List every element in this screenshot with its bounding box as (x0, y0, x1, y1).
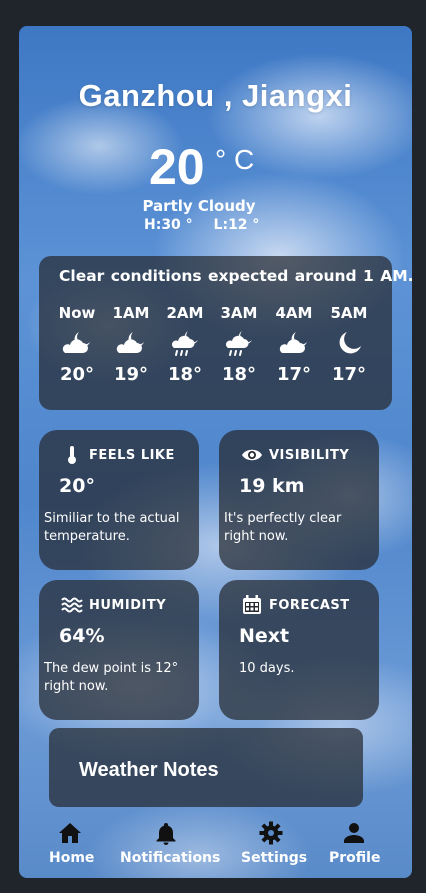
hour-label: Now (58, 304, 96, 322)
nav-home[interactable]: Home (49, 820, 95, 866)
hour-temp: 19° (113, 364, 149, 385)
humidity-card[interactable]: HUMIDITY 64% The dew point is 12° right … (39, 580, 199, 720)
hour-temp: 17° (331, 364, 367, 385)
feels-like-card[interactable]: FEELS LIKE 20° Similiar to the actual te… (39, 430, 199, 570)
hour-label: 1AM (112, 304, 150, 322)
forecast-card[interactable]: FORECAST Next 10 days. (219, 580, 379, 720)
nav-settings-label: Settings (241, 850, 308, 866)
hour-label: 3AM (220, 304, 258, 322)
gear-icon (259, 821, 283, 845)
humidity-description: The dew point is 12° right now. (44, 661, 179, 694)
home-icon (59, 823, 81, 843)
thermometer-icon (68, 446, 76, 464)
humidity-title: HUMIDITY (89, 597, 167, 613)
forecast-description: 10 days. (239, 661, 295, 676)
hour-item: 2AM 18° (163, 304, 207, 385)
hour-temp: 20° (59, 364, 95, 385)
visibility-card[interactable]: VISIBILITY 19 km It's perfectly clear ri… (219, 430, 379, 570)
nav-settings[interactable]: Settings (241, 820, 308, 866)
hour-label: 5AM (330, 304, 368, 322)
eye-icon (242, 449, 262, 461)
bottom-navigation: Home Notifications Settings Profile (19, 816, 412, 878)
feels-like-description: Similiar to the actual temperature. (44, 511, 180, 544)
cloud-moon-icon (279, 332, 307, 353)
low-temp: L:12 ° (213, 217, 260, 233)
waves-icon (61, 597, 83, 613)
hour-temp: 17° (276, 364, 312, 385)
weather-screen: Ganzhou , Jiangxi 20 ° C Partly Cloudy H… (19, 26, 412, 878)
nav-profile[interactable]: Profile (329, 820, 381, 866)
feels-like-title: FEELS LIKE (89, 447, 175, 463)
hour-temp: 18° (167, 364, 203, 385)
hour-temp: 18° (221, 364, 257, 385)
hour-item: 1AM 19° (109, 304, 153, 385)
high-temp: H:30 ° (144, 217, 193, 233)
hour-label: 4AM (275, 304, 313, 322)
hour-item: Now 20° (55, 304, 99, 385)
high-low: H:30 ° L:12 ° (144, 217, 275, 233)
forecast-title: FORECAST (269, 597, 350, 613)
condition-text: Partly Cloudy (142, 197, 256, 215)
hour-label: 2AM (166, 304, 204, 322)
forecast-value: Next (239, 625, 290, 647)
nav-notifications[interactable]: Notifications (120, 820, 221, 866)
feels-like-header: FEELS LIKE (61, 444, 175, 466)
cloud-moon-icon (116, 332, 144, 353)
visibility-description: It's perfectly clear right now. (224, 511, 342, 544)
hourly-forecast-card[interactable]: Clear conditions expected around 1 AM. N… (39, 256, 412, 410)
visibility-value: 19 km (239, 475, 305, 497)
weather-notes-title: Weather Notes (79, 759, 219, 781)
calendar-icon (243, 595, 261, 614)
forecast-header: FORECAST (241, 594, 350, 616)
hour-item: 5AM 17° (327, 304, 371, 385)
city-name: Ganzhou , Jiangxi (78, 78, 353, 113)
cloud-moon-rain-icon (225, 331, 252, 356)
cloud-moon-rain-icon (171, 331, 198, 356)
current-temperature: 20 (149, 139, 205, 195)
weather-notes-button[interactable]: Weather Notes (49, 728, 363, 807)
visibility-title: VISIBILITY (269, 447, 350, 463)
humidity-value: 64% (59, 625, 105, 647)
moon-icon (339, 332, 361, 354)
temperature-unit: ° C (215, 144, 255, 175)
humidity-header: HUMIDITY (61, 594, 166, 616)
visibility-header: VISIBILITY (241, 444, 349, 466)
nav-home-label: Home (49, 850, 95, 866)
feels-like-value: 20° (59, 475, 95, 497)
person-icon (344, 823, 364, 843)
nav-profile-label: Profile (329, 850, 381, 866)
bell-icon (156, 823, 176, 845)
cloud-moon-icon (62, 332, 90, 353)
hour-item: 4AM 17° (272, 304, 316, 385)
hour-item: 3AM 18° (217, 304, 261, 385)
nav-notifications-label: Notifications (120, 850, 221, 866)
hourly-summary: Clear conditions expected around 1 AM. (59, 267, 412, 285)
